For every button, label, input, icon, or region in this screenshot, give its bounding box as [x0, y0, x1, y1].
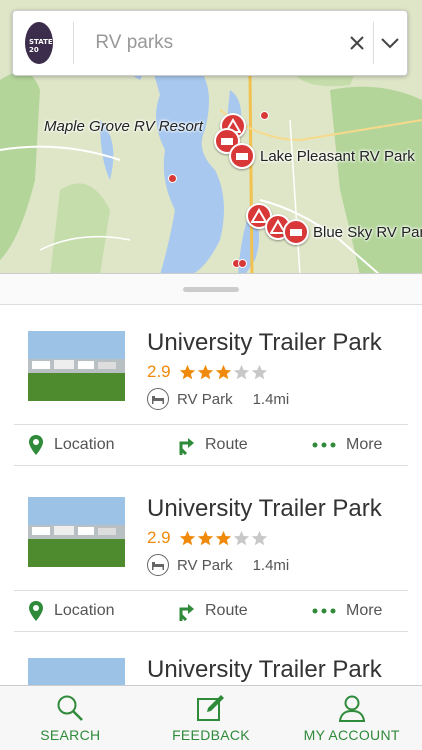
- more-dots-icon: [312, 608, 336, 614]
- star-full-icon: [179, 530, 195, 545]
- star-full-icon: [215, 530, 231, 545]
- result-title[interactable]: University Trailer Park: [147, 329, 382, 357]
- location-button[interactable]: Location: [28, 600, 115, 622]
- result-thumbnail: [28, 497, 125, 567]
- map-dot-marker[interactable]: [168, 174, 177, 183]
- result-type: RV Park: [177, 390, 233, 408]
- map-label-blue-sky[interactable]: Blue Sky RV Park: [313, 224, 422, 241]
- chevron-down-icon: [381, 38, 400, 49]
- more-label: More: [346, 436, 383, 453]
- bed-icon: [147, 554, 169, 576]
- route-label: Route: [205, 602, 248, 619]
- star-empty-icon: [233, 364, 249, 379]
- rating-value: 2.9: [147, 528, 171, 547]
- tab-search[interactable]: SEARCH: [0, 686, 141, 750]
- star-full-icon: [197, 530, 213, 545]
- edit-icon: [197, 695, 224, 721]
- route-button[interactable]: Route: [177, 601, 248, 621]
- bed-icon: [147, 388, 169, 410]
- result-actions: Location Route More: [14, 590, 408, 632]
- route-label: Route: [205, 436, 248, 453]
- tab-search-label: SEARCH: [40, 727, 101, 743]
- expand-button[interactable]: [374, 18, 407, 68]
- map-pin-rv-icon[interactable]: [283, 219, 309, 245]
- results-sheet: University Trailer Park 2.9 RV Park 1.4m…: [0, 273, 422, 685]
- map-pin-rv-icon[interactable]: [229, 143, 255, 169]
- more-button[interactable]: More: [312, 602, 382, 620]
- location-label: Location: [54, 436, 115, 453]
- result-actions: Location Route More: [14, 424, 408, 466]
- route-icon: [179, 604, 194, 621]
- tab-feedback-label: FEEDBACK: [172, 727, 250, 743]
- result-distance: 1.4mi: [252, 390, 290, 408]
- search-icon: [57, 695, 84, 721]
- location-pin-icon: [29, 435, 43, 455]
- search-input[interactable]: [73, 23, 341, 63]
- result-title[interactable]: University Trailer Park: [147, 495, 382, 523]
- more-dots-icon: [312, 442, 336, 448]
- route-button[interactable]: Route: [177, 435, 248, 455]
- result-rating: 2.9: [147, 362, 269, 382]
- map-label-maple-grove[interactable]: Maple Grove RV Resort: [44, 118, 203, 135]
- result-type: RV Park: [177, 556, 233, 574]
- location-pin-icon: [29, 601, 43, 621]
- result-rating: 2.9: [147, 528, 269, 548]
- map-dot-marker[interactable]: [260, 111, 269, 120]
- tab-my-account-label: MY ACCOUNT: [303, 727, 400, 743]
- clear-button[interactable]: [340, 18, 373, 68]
- more-button[interactable]: More: [312, 436, 382, 454]
- avatar[interactable]: STATE 20: [25, 22, 53, 64]
- tab-feedback[interactable]: FEEDBACK: [141, 686, 282, 750]
- result-meta: RV Park 1.4mi: [147, 554, 289, 576]
- tab-my-account[interactable]: MY ACCOUNT: [281, 686, 422, 750]
- result-thumbnail: [28, 658, 125, 685]
- location-button[interactable]: Location: [28, 434, 115, 456]
- sheet-drag-handle[interactable]: [0, 274, 422, 305]
- star-empty-icon: [233, 530, 249, 545]
- close-icon: [350, 36, 364, 50]
- search-bar: STATE 20: [12, 10, 408, 76]
- route-icon: [179, 438, 194, 455]
- location-label: Location: [54, 602, 115, 619]
- rating-value: 2.9: [147, 362, 171, 381]
- map-dot-marker[interactable]: [238, 259, 247, 268]
- result-thumbnail: [28, 331, 125, 401]
- star-empty-icon: [251, 364, 267, 379]
- star-full-icon: [179, 364, 195, 379]
- star-full-icon: [197, 364, 213, 379]
- star-full-icon: [215, 364, 231, 379]
- result-distance: 1.4mi: [252, 556, 290, 574]
- star-empty-icon: [251, 530, 267, 545]
- user-icon: [338, 695, 365, 722]
- map-label-lake-pleasant[interactable]: Lake Pleasant RV Park: [260, 148, 415, 165]
- result-title[interactable]: University Trailer Park: [147, 656, 382, 684]
- bottom-tab-bar: SEARCH FEEDBACK MY ACCOUNT: [0, 685, 422, 750]
- result-meta: RV Park 1.4mi: [147, 388, 289, 410]
- drag-handle-icon: [183, 287, 239, 292]
- more-label: More: [346, 602, 383, 619]
- avatar-text: STATE 20: [29, 38, 53, 54]
